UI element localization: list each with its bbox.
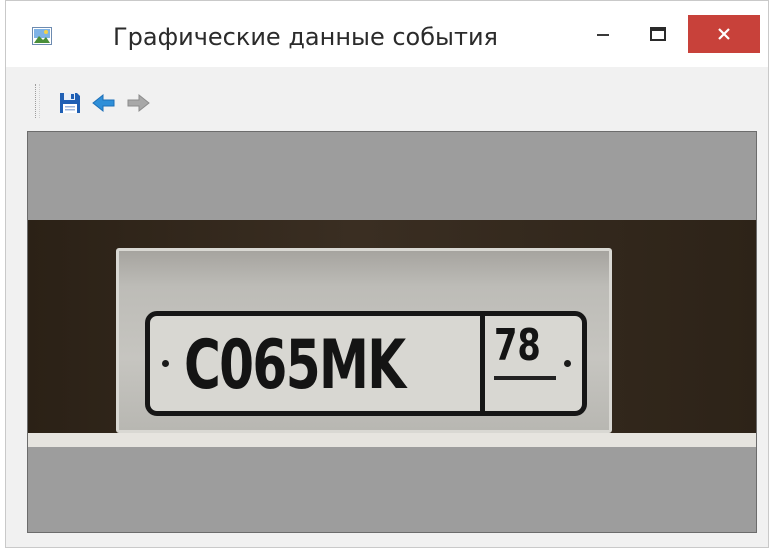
back-button[interactable] — [90, 89, 118, 117]
plate-number: C065MK — [184, 326, 406, 405]
close-icon — [718, 28, 730, 40]
plate-region: 78 — [494, 320, 541, 371]
arrow-right-icon — [127, 93, 150, 113]
event-graphics-window: Графические данные события C065MK 78 — [5, 0, 769, 548]
maximize-button[interactable] — [636, 15, 680, 53]
plate-region-underline — [494, 376, 556, 380]
photo-bottom-strip — [28, 433, 756, 447]
plate-frame: C065MK 78 — [116, 248, 612, 433]
forward-button[interactable] — [124, 89, 152, 117]
floppy-disk-icon — [60, 93, 80, 113]
minimize-icon — [597, 34, 609, 36]
toolbar-grip[interactable] — [35, 84, 40, 118]
minimize-button[interactable] — [581, 15, 625, 53]
arrow-left-icon — [92, 93, 115, 113]
save-button[interactable] — [56, 89, 84, 117]
plate-rivet-left — [162, 360, 169, 367]
license-plate: C065MK 78 — [145, 311, 587, 416]
event-photo: C065MK 78 — [28, 220, 756, 433]
image-viewer: C065MK 78 — [27, 131, 757, 533]
plate-rivet-right — [564, 360, 571, 367]
window-title: Графические данные события — [113, 23, 498, 51]
title-bar[interactable]: Графические данные события — [6, 1, 768, 67]
toolbar — [6, 67, 768, 131]
image-app-icon — [32, 27, 52, 45]
plate-divider — [480, 316, 485, 411]
maximize-icon — [650, 27, 666, 41]
close-button[interactable] — [688, 15, 760, 53]
